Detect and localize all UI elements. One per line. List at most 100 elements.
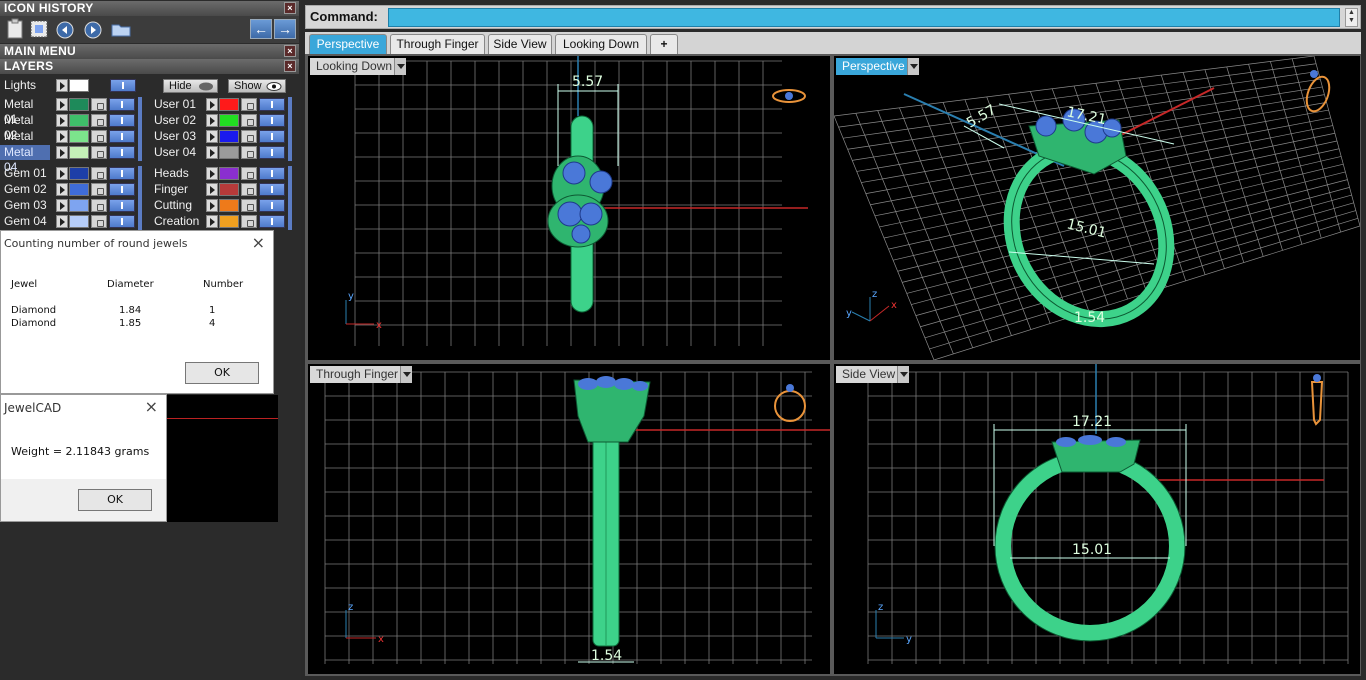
visibility-toggle[interactable] [259,215,285,228]
visibility-toggle[interactable] [109,215,135,228]
icon-history-close-icon[interactable]: × [284,2,296,14]
lock-icon[interactable] [241,114,257,127]
color-swatch[interactable] [219,146,239,159]
add-tab-icon[interactable]: + [650,34,678,54]
command-scroll[interactable]: ▲ ▼ [1345,8,1358,27]
play-icon[interactable] [56,114,68,127]
color-swatch[interactable] [69,79,89,92]
main-menu-close-icon[interactable]: × [284,45,296,57]
color-swatch[interactable] [219,114,239,127]
lock-icon[interactable] [91,183,107,196]
visibility-toggle[interactable] [259,183,285,196]
layer-row[interactable]: Finger [150,182,290,197]
viewport-through-finger[interactable]: 1.54 z x Through Finger [308,364,830,674]
icon-history-title[interactable]: ICON HISTORY × [0,1,299,16]
dialog-close-icon[interactable]: × [145,397,158,416]
viewport-side-view[interactable]: 17.21 15.01 z y Side View [834,364,1360,674]
layer-row[interactable]: Creation [150,214,290,229]
layer-row[interactable]: Metal 02 [0,113,140,142]
layers-title[interactable]: LAYERS × [0,59,299,74]
color-swatch[interactable] [69,114,89,127]
select-frame-icon[interactable] [28,18,50,40]
command-input[interactable] [388,8,1340,27]
viewport-looking-down[interactable]: 5.57 y x Looking Down [308,56,830,360]
play-icon[interactable] [206,183,218,196]
lock-icon[interactable] [91,130,107,143]
layer-row[interactable]: Gem 01 [0,166,140,181]
visibility-toggle[interactable] [259,146,285,159]
tab-looking-down[interactable]: Looking Down [555,34,647,54]
layer-row[interactable]: Heads [150,166,290,181]
lock-icon[interactable] [241,215,257,228]
layer-row[interactable]: Gem 04 [0,214,140,229]
visibility-toggle[interactable] [259,167,285,180]
layer-row[interactable]: Metal 03 [0,129,140,158]
hide-button[interactable]: Hide [163,79,218,93]
play-icon[interactable] [56,167,68,180]
arrow-right-icon[interactable]: → [274,19,296,39]
layer-row[interactable]: User 03 [150,129,290,144]
layer-row-lights[interactable]: Lights [0,78,140,93]
clipboard-icon[interactable] [4,18,26,40]
visibility-toggle[interactable] [259,199,285,212]
ok-button[interactable]: OK [185,362,259,384]
color-swatch[interactable] [69,98,89,111]
color-swatch[interactable] [69,183,89,196]
visibility-toggle[interactable] [109,199,135,212]
color-swatch[interactable] [219,183,239,196]
scroll-down-icon[interactable]: ▼ [1346,17,1357,25]
visibility-toggle[interactable] [109,167,135,180]
layer-row[interactable]: Metal 04 [0,145,140,174]
layer-row[interactable]: Gem 03 [0,198,140,213]
color-swatch[interactable] [219,215,239,228]
chevron-down-icon[interactable] [394,58,407,75]
lock-icon[interactable] [241,98,257,111]
play-icon[interactable] [206,167,218,180]
viewport-title-side-view[interactable]: Side View [836,366,910,383]
viewport-title-perspective[interactable]: Perspective [836,58,919,75]
arrow-left-icon[interactable]: ← [250,19,272,39]
lock-icon[interactable] [91,215,107,228]
visibility-toggle[interactable] [109,130,135,143]
color-swatch[interactable] [69,167,89,180]
visibility-toggle[interactable] [109,146,135,159]
viewport-title-through-finger[interactable]: Through Finger [310,366,413,383]
color-swatch[interactable] [69,146,89,159]
tab-side-view[interactable]: Side View [488,34,552,54]
visibility-toggle[interactable] [109,98,135,111]
color-swatch[interactable] [219,167,239,180]
play-icon[interactable] [56,98,68,111]
open-folder-icon[interactable] [110,18,132,40]
lock-icon[interactable] [241,130,257,143]
lock-icon[interactable] [91,98,107,111]
chevron-down-icon[interactable] [906,58,919,75]
layer-row[interactable]: User 01 [150,97,290,112]
play-icon[interactable] [206,98,218,111]
visibility-toggle[interactable] [259,98,285,111]
play-icon[interactable] [56,215,68,228]
show-button[interactable]: Show [228,79,286,93]
viewport-perspective[interactable]: 17.21 5.57 15.01 1.54 z x y Perspective [834,56,1360,360]
play-icon[interactable] [206,199,218,212]
scroll-up-icon[interactable]: ▲ [1346,9,1357,17]
play-icon[interactable] [206,215,218,228]
play-icon[interactable] [56,199,68,212]
layer-row[interactable]: Metal 01 [0,97,140,126]
lock-icon[interactable] [91,146,107,159]
lock-icon[interactable] [241,146,257,159]
history-back-icon[interactable] [54,18,76,40]
play-icon[interactable] [56,146,68,159]
lock-icon[interactable] [241,167,257,180]
layers-close-icon[interactable]: × [284,60,296,72]
color-swatch[interactable] [69,215,89,228]
play-icon[interactable] [206,146,218,159]
history-forward-icon[interactable] [82,18,104,40]
ok-button[interactable]: OK [78,489,152,511]
play-icon[interactable] [56,130,68,143]
visibility-toggle[interactable] [259,114,285,127]
chevron-down-icon[interactable] [897,366,910,383]
visibility-toggle[interactable] [259,130,285,143]
viewport-title-looking-down[interactable]: Looking Down [310,58,407,75]
dialog-close-icon[interactable]: × [252,233,265,252]
play-icon[interactable] [56,79,68,92]
